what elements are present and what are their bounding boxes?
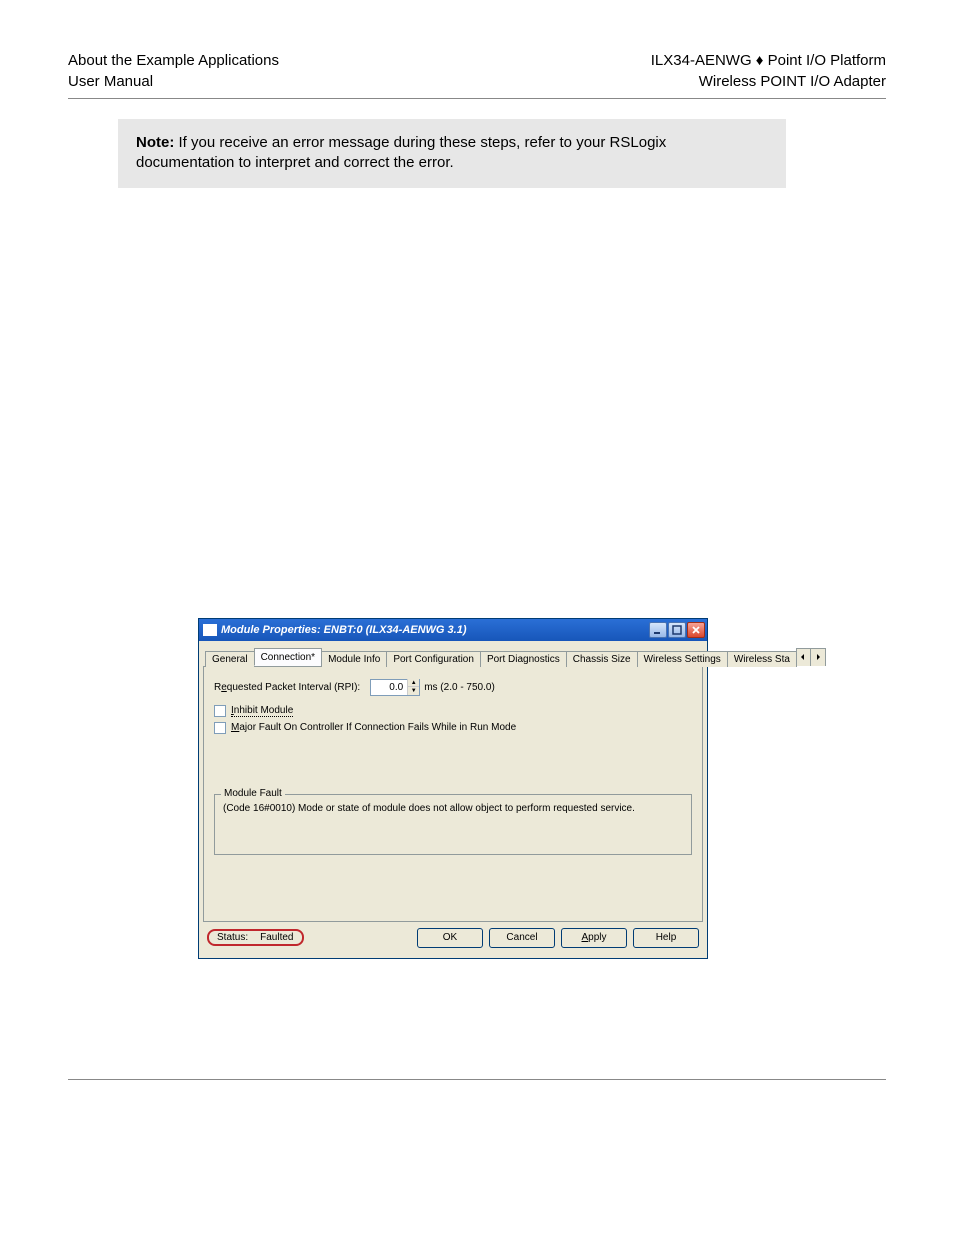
spin-down[interactable]: ▼ [408, 687, 419, 695]
tab-wireless-settings[interactable]: Wireless Settings [637, 651, 728, 667]
doc-type: User Manual [68, 71, 279, 92]
tab-general[interactable]: General [205, 651, 255, 667]
chevron-left-icon [800, 654, 806, 660]
page-header: About the Example Applications User Manu… [68, 50, 886, 99]
tab-port-configuration[interactable]: Port Configuration [386, 651, 481, 667]
minimize-button[interactable] [649, 622, 667, 638]
titlebar[interactable]: Module Properties: ENBT:0 (ILX34-AENWG 3… [199, 619, 707, 641]
spin-up[interactable]: ▲ [408, 679, 419, 687]
tab-wireless-sta[interactable]: Wireless Sta [727, 651, 797, 667]
rpi-input[interactable] [371, 681, 407, 694]
window-title: Module Properties: ENBT:0 (ILX34-AENWG 3… [221, 624, 649, 636]
window-icon [203, 624, 217, 636]
major-fault-label: Major Fault On Controller If Connection … [231, 722, 516, 733]
maximize-button[interactable] [668, 622, 686, 638]
product-line: ILX34-AENWG ♦ Point I/O Platform [651, 50, 886, 71]
cancel-button[interactable]: Cancel [489, 928, 555, 948]
tab-module-info[interactable]: Module Info [321, 651, 387, 667]
module-properties-dialog: Module Properties: ENBT:0 (ILX34-AENWG 3… [198, 618, 708, 959]
status-label: Status: [217, 932, 248, 943]
status-value: Faulted [260, 932, 293, 943]
note-text: If you receive an error message during t… [136, 134, 666, 171]
page-footer [68, 1079, 886, 1084]
module-fault-group: Module Fault (Code 16#0010) Mode or stat… [214, 794, 692, 855]
module-fault-message: (Code 16#0010) Mode or state of module d… [223, 803, 683, 814]
note-box: Note: If you receive an error message du… [118, 119, 786, 188]
close-icon [691, 625, 701, 635]
inhibit-module-label: Inhibit Module [231, 705, 293, 717]
minimize-icon [653, 625, 663, 635]
inhibit-module-checkbox[interactable] [214, 705, 226, 717]
product-name: Wireless POINT I/O Adapter [651, 71, 886, 92]
tab-chassis-size[interactable]: Chassis Size [566, 651, 638, 667]
tab-scroll-right[interactable] [811, 649, 825, 666]
tab-connection[interactable]: Connection* [254, 648, 322, 666]
note-label: Note: [136, 134, 174, 151]
help-button[interactable]: Help [633, 928, 699, 948]
tab-strip: General Connection* Module Info Port Con… [203, 647, 703, 667]
major-fault-checkbox[interactable] [214, 722, 226, 734]
ok-button[interactable]: OK [417, 928, 483, 948]
status-indicator: Status: Faulted [207, 929, 304, 946]
apply-button[interactable]: Apply [561, 928, 627, 948]
close-button[interactable] [687, 622, 705, 638]
module-fault-legend: Module Fault [221, 788, 285, 799]
chevron-right-icon [815, 654, 821, 660]
maximize-icon [672, 625, 682, 635]
connection-tab-panel: Requested Packet Interval (RPI): ▲ ▼ ms … [203, 667, 703, 922]
rpi-range: ms (2.0 - 750.0) [424, 682, 495, 693]
rpi-spinner[interactable]: ▲ ▼ [370, 679, 420, 696]
tab-scroll-left[interactable] [797, 649, 811, 666]
doc-section: About the Example Applications [68, 50, 279, 71]
rpi-label: Requested Packet Interval (RPI): [214, 682, 360, 693]
tab-port-diagnostics[interactable]: Port Diagnostics [480, 651, 567, 667]
